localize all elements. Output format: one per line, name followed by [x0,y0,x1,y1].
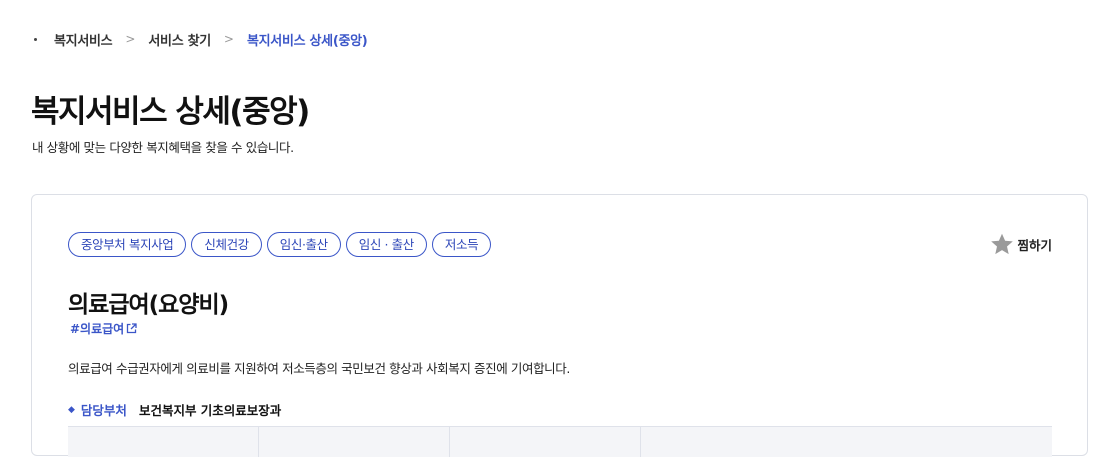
tag-pregnancy-birth-alt[interactable]: 임신 · 출산 [345,232,427,257]
favorite-button[interactable]: 찜하기 [990,233,1052,256]
tag-physical-health[interactable]: 신체건강 [191,232,262,257]
diamond-bullet-icon: ◆ [68,404,75,415]
breadcrumb-item-find[interactable]: 서비스 찾기 [148,30,211,49]
service-description: 의료급여 수급권자에게 의료비를 지원하여 저소득층의 국민보건 향상과 사회복… [68,361,570,376]
service-card: 중앙부처 복지사업 신체건강 임신·출산 임신 · 출산 저소득 찜하기 의료급… [31,194,1088,457]
favorite-label: 찜하기 [1017,238,1052,253]
hashtag-link[interactable]: #의료급여 [70,320,137,337]
page-description: 내 상황에 맞는 다양한 복지혜택을 찾을 수 있습니다. [32,140,294,155]
external-link-icon [127,323,137,334]
breadcrumb-separator: > [223,32,234,46]
service-title: 의료급여(요양비) [68,292,229,318]
breadcrumb-item-welfare[interactable]: 복지서비스 [54,30,113,49]
department-value: 보건복지부 기초의료보장과 [138,403,282,418]
page-title: 복지서비스 상세(중앙) [31,94,310,130]
breadcrumb-item-current: 복지서비스 상세(중앙) [246,33,368,49]
tag-list: 중앙부처 복지사업 신체건강 임신·출산 임신 · 출산 저소득 [68,232,492,257]
info-table-header [68,426,1052,457]
breadcrumb-separator: > [125,32,136,46]
tag-pregnancy-birth[interactable]: 임신·출산 [266,232,341,257]
breadcrumb: 복지서비스 > 서비스 찾기 > 복지서비스 상세(중앙) [32,30,368,49]
department-row: ◆ 담당부처 보건복지부 기초의료보장과 [68,400,281,419]
table-cell [450,427,641,457]
hashtag-text: #의료급여 [70,322,125,336]
department-label: 담당부처 [80,403,127,418]
table-cell [259,427,450,457]
home-dot-icon [34,37,37,41]
star-icon [991,233,1014,255]
tag-low-income[interactable]: 저소득 [431,232,492,257]
table-cell [68,427,259,457]
tag-central-ministry[interactable]: 중앙부처 복지사업 [68,232,187,257]
